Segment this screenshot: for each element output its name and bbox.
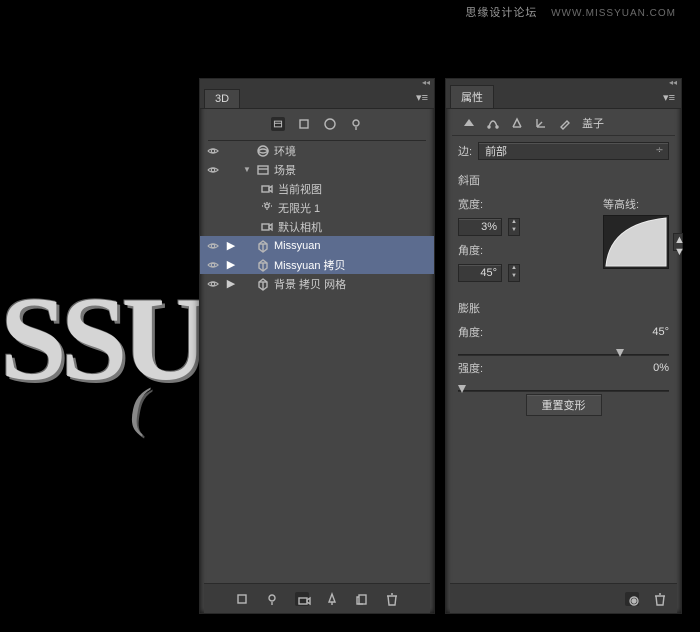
deform-mode-icon[interactable] [486, 116, 500, 130]
tab-properties[interactable]: 属性 [450, 85, 494, 108]
bevel-angle-stepper[interactable]: ▲▼ [508, 264, 520, 282]
3d-panel-footer [204, 583, 430, 613]
collapse-icon[interactable]: ◂◂ [669, 80, 677, 86]
tree-item-label: 背景 拷贝 网格 [274, 276, 434, 292]
panel-drag-handle[interactable]: ◂◂ [200, 79, 434, 87]
brush-mode-icon[interactable] [558, 116, 572, 130]
3d-filter-toolbar [208, 113, 426, 141]
tree-item-label: 场景 [274, 162, 434, 178]
tree-row[interactable]: ▶ Missyuan 拷贝 [200, 255, 434, 274]
render-icon[interactable] [325, 592, 339, 606]
tree-item-label: 环境 [274, 143, 434, 159]
add-mesh-icon[interactable] [235, 592, 249, 606]
strength-label: 强度: [458, 360, 486, 376]
width-label: 宽度: [458, 196, 486, 212]
tab-3d[interactable]: 3D [204, 89, 240, 108]
visibility-eye-icon[interactable] [206, 145, 220, 157]
tree-item-label: 默认相机 [278, 219, 434, 235]
edge-label: 边: [458, 143, 472, 159]
trash-icon[interactable] [653, 592, 667, 606]
width-field[interactable]: 3% [458, 218, 502, 236]
visibility-eye-icon[interactable] [206, 259, 220, 271]
props-mode-toolbar: 盖子 [452, 109, 675, 136]
tree-row[interactable]: ▶ Missyuan [200, 236, 434, 255]
bevel-section-label: 斜面 [458, 172, 669, 188]
panel-tabbar: 3D ▾≡ [200, 87, 434, 109]
render-settings-icon[interactable] [625, 592, 639, 606]
visibility-eye-icon[interactable] [206, 240, 220, 252]
canvas-3d-text: SSU [0, 270, 202, 408]
strength-value: 0% [635, 362, 669, 374]
canvas-3d-text-sub: ( [130, 376, 148, 438]
mesh-mode-icon[interactable] [462, 116, 476, 130]
crumb-label: 盖子 [582, 115, 604, 131]
visibility-eye-icon[interactable] [206, 164, 220, 176]
bevel-angle-field[interactable]: 45° [458, 264, 502, 282]
camera-icon [260, 220, 274, 234]
visibility-eye-icon[interactable] [206, 278, 220, 290]
contour-label: 等高线: [603, 196, 669, 212]
panel-3d: ◂◂ 3D ▾≡ 环境 ▼ 场景当前视图无限光 1 默认相机 ▶ Missyuan ▶ Mis… [199, 78, 435, 614]
reset-deform-button[interactable]: 重置变形 [526, 394, 602, 416]
tree-item-label: Missyuan [274, 240, 434, 252]
filter-material-icon[interactable] [323, 117, 337, 131]
tree-item-label: 无限光 1 [278, 200, 434, 216]
scene-tree: 环境▼场景当前视图无限光 1默认相机▶Missyuan▶Missyuan 拷贝▶… [200, 141, 434, 583]
coord-mode-icon[interactable] [534, 116, 548, 130]
width-stepper[interactable]: ▲▼ [508, 218, 520, 236]
props-panel-footer [450, 583, 677, 613]
collapse-icon[interactable]: ◂◂ [422, 80, 430, 86]
tree-row[interactable]: ▼ 场景 [200, 160, 434, 179]
add-light-icon[interactable] [265, 592, 279, 606]
trash-icon[interactable] [385, 592, 399, 606]
mesh-icon [256, 277, 270, 291]
mesh-icon [256, 239, 270, 253]
tree-item-label: Missyuan 拷贝 [274, 257, 434, 273]
panel-menu-button[interactable]: ▾≡ [663, 91, 675, 104]
contour-preview[interactable] [603, 215, 669, 269]
tree-item-label: 当前视图 [278, 181, 434, 197]
filter-scene-icon[interactable] [271, 117, 285, 131]
new-icon[interactable] [355, 592, 369, 606]
bevel-angle-label: 角度: [458, 242, 486, 258]
chevron-icon: ▼ [242, 165, 252, 174]
add-camera-icon[interactable] [295, 592, 309, 606]
panel-properties: ◂◂ 属性 ▾≡ 盖子 边: 前部 斜面 宽度: 3% ▲▼ [445, 78, 682, 614]
contour-stepper[interactable]: ▲▼ [673, 233, 683, 251]
scene-icon [256, 163, 270, 177]
tree-row[interactable]: 当前视图 [200, 179, 434, 198]
tree-row[interactable]: 默认相机 [200, 217, 434, 236]
filter-light-icon[interactable] [349, 117, 363, 131]
light-icon [260, 201, 274, 215]
filter-mesh-icon[interactable] [297, 117, 311, 131]
expand-toggle-icon[interactable]: ▶ [224, 277, 238, 290]
tree-row[interactable]: ▶ 背景 拷贝 网格 [200, 274, 434, 293]
edge-select[interactable]: 前部 [478, 142, 669, 160]
cap-mode-icon[interactable] [510, 116, 524, 130]
camera-icon [260, 182, 274, 196]
panel-tabbar: 属性 ▾≡ [446, 87, 681, 109]
env-icon [256, 144, 270, 158]
tree-row[interactable]: 环境 [200, 141, 434, 160]
inflate-angle-value: 45° [635, 326, 669, 338]
expand-toggle-icon[interactable]: ▶ [224, 258, 238, 271]
expand-toggle-icon[interactable]: ▶ [224, 239, 238, 252]
props-body: 边: 前部 斜面 宽度: 3% ▲▼ 角度: 45° ▲▼ [446, 136, 681, 422]
inflate-angle-label: 角度: [458, 324, 486, 340]
mesh-icon [256, 258, 270, 272]
watermark: 思缘设计论坛 WWW.MISSYUAN.COM [465, 4, 676, 20]
panel-menu-button[interactable]: ▾≡ [416, 91, 428, 104]
tree-row[interactable]: 无限光 1 [200, 198, 434, 217]
inflate-section-label: 膨胀 [458, 300, 669, 316]
